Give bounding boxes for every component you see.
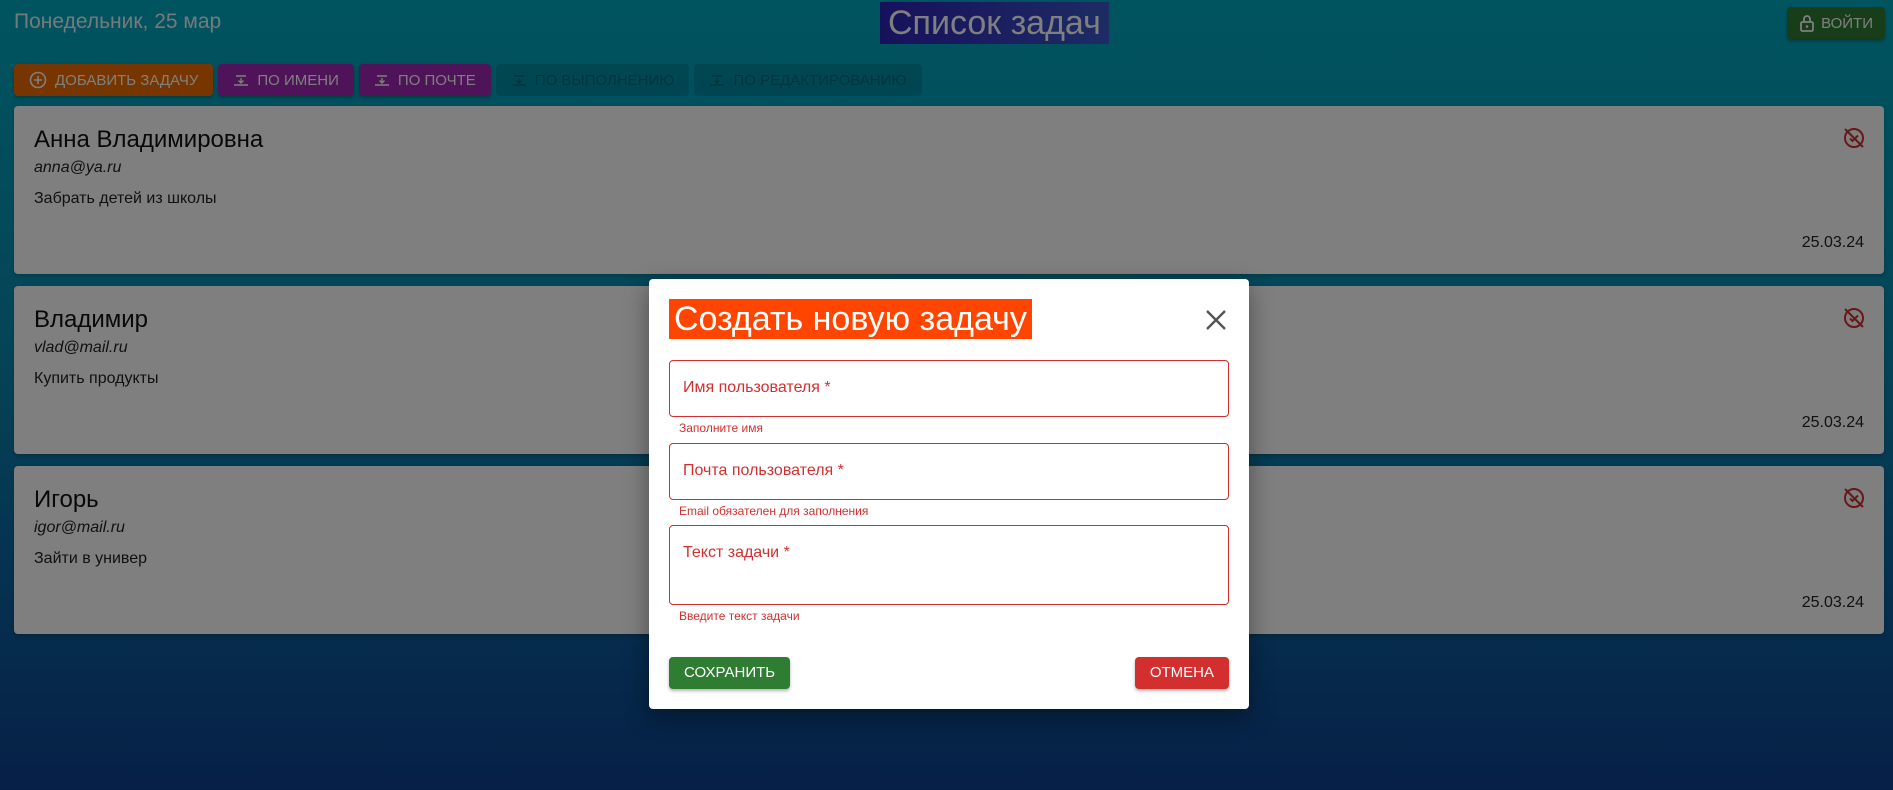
close-icon[interactable] xyxy=(1203,307,1229,333)
cancel-button[interactable]: Отмена xyxy=(1134,657,1229,689)
username-field-label: Имя пользователя * xyxy=(683,379,831,396)
dialog-title: Создать новую задачу xyxy=(669,299,1032,339)
email-error: Email обязателен для заполнения xyxy=(679,504,869,518)
task-text-field[interactable]: Текст задачи * xyxy=(669,525,1229,605)
username-error: Заполните имя xyxy=(679,421,763,435)
save-button[interactable]: Сохранить xyxy=(669,657,791,689)
create-task-dialog: Создать новую задачу Имя пользователя * … xyxy=(649,279,1249,709)
email-field-label: Почта пользователя * xyxy=(683,462,844,479)
task-text-field-label: Текст задачи * xyxy=(683,544,790,561)
username-field[interactable]: Имя пользователя * xyxy=(669,360,1229,417)
email-field[interactable]: Почта пользователя * xyxy=(669,443,1229,500)
task-text-error: Введите текст задачи xyxy=(679,609,800,623)
task-page: Понедельник, 25 мар Список задач Войти Д… xyxy=(0,0,1893,790)
